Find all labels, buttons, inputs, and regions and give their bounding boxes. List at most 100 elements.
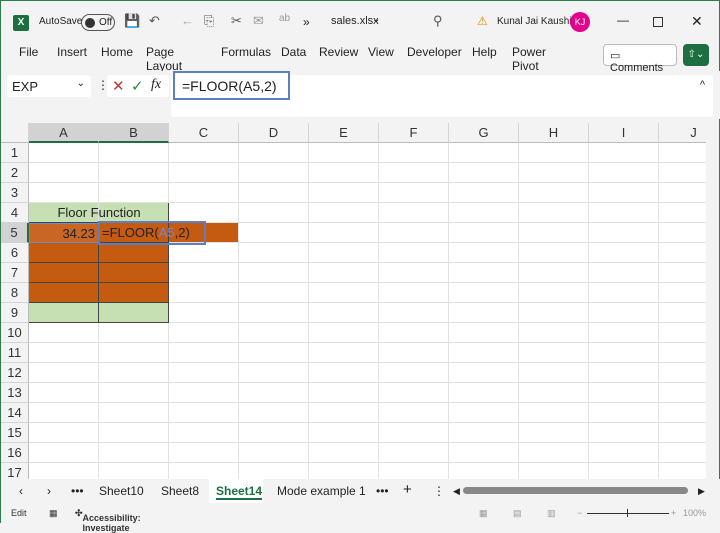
cell-I13[interactable] [589,383,659,403]
cell-H4[interactable] [519,203,589,223]
cell-H16[interactable] [519,443,589,463]
cell-I1[interactable] [589,143,659,163]
autosave-toggle[interactable]: Off [81,14,115,31]
cancel-icon[interactable]: ✕ [112,77,125,95]
cell-I6[interactable] [589,243,659,263]
cell-C13[interactable] [169,383,239,403]
row-header-10[interactable]: 10 [1,323,29,343]
cell-D8[interactable] [239,283,309,303]
cell-I8[interactable] [589,283,659,303]
cell-F5[interactable] [379,223,449,243]
cell-A15[interactable] [29,423,99,443]
cell-I9[interactable] [589,303,659,323]
close-button[interactable]: ✕ [691,13,703,30]
row-header-13[interactable]: 13 [1,383,29,403]
cell-D13[interactable] [239,383,309,403]
cell-B7[interactable] [99,263,169,283]
page-break-view-icon[interactable]: ▥ [547,508,556,519]
comments-button[interactable]: ▭ Comments [603,44,677,74]
cell-F8[interactable] [379,283,449,303]
cell-J6[interactable] [659,243,706,263]
row-header-8[interactable]: 8 [1,283,29,303]
cell-B3[interactable] [99,183,169,203]
cell-B13[interactable] [99,383,169,403]
cell-E7[interactable] [309,263,379,283]
cell-J1[interactable] [659,143,706,163]
cell-C11[interactable] [169,343,239,363]
cell-F14[interactable] [379,403,449,423]
cell-J4[interactable] [659,203,706,223]
cell-E12[interactable] [309,363,379,383]
cell-G6[interactable] [449,243,519,263]
cell-F13[interactable] [379,383,449,403]
name-box[interactable]: EXP ⌄ [7,75,91,97]
cell-D14[interactable] [239,403,309,423]
cell-G9[interactable] [449,303,519,323]
cell-G12[interactable] [449,363,519,383]
normal-view-icon[interactable]: ▦ [479,508,488,519]
column-header-i[interactable]: I [589,123,659,143]
cell-E3[interactable] [309,183,379,203]
column-header-a[interactable]: A [29,123,99,143]
row-header-14[interactable]: 14 [1,403,29,423]
cell-H11[interactable] [519,343,589,363]
cell-I5[interactable] [589,223,659,243]
macro-icon[interactable]: ▦ [49,508,58,519]
tab-review[interactable]: Review [319,45,358,59]
cell-H14[interactable] [519,403,589,423]
cell-A16[interactable] [29,443,99,463]
column-header-f[interactable]: F [379,123,449,143]
cell-J10[interactable] [659,323,706,343]
paste-icon[interactable]: ⎘ [204,13,214,29]
tab-data[interactable]: Data [281,45,306,59]
cell-I3[interactable] [589,183,659,203]
cell-E11[interactable] [309,343,379,363]
cell-J3[interactable] [659,183,706,203]
cell-A1[interactable] [29,143,99,163]
cell-H15[interactable] [519,423,589,443]
cell-H13[interactable] [519,383,589,403]
cell-F11[interactable] [379,343,449,363]
cell-I15[interactable] [589,423,659,443]
cell-J13[interactable] [659,383,706,403]
row-header-11[interactable]: 11 [1,343,29,363]
tab-formulas[interactable]: Formulas [221,45,271,59]
cell-I7[interactable] [589,263,659,283]
cell-G1[interactable] [449,143,519,163]
cell-H5[interactable] [519,223,589,243]
cell-G10[interactable] [449,323,519,343]
cell-G5[interactable] [449,223,519,243]
cell-C10[interactable] [169,323,239,343]
tab-file[interactable]: File [19,45,38,59]
cell-A14[interactable] [29,403,99,423]
cell-J15[interactable] [659,423,706,443]
cell-C15[interactable] [169,423,239,443]
cell-B14[interactable] [99,403,169,423]
cell-J2[interactable] [659,163,706,183]
cell-J16[interactable] [659,443,706,463]
cell-b5-editing[interactable]: =FLOOR(A5,2) [98,221,206,245]
cell-F7[interactable] [379,263,449,283]
row-header-6[interactable]: 6 [1,243,29,263]
cell-E6[interactable] [309,243,379,263]
minimize-button[interactable]: — [617,13,629,27]
cell-D15[interactable] [239,423,309,443]
row-header-16[interactable]: 16 [1,443,29,463]
cell-E9[interactable] [309,303,379,323]
cut-icon[interactable]: ✂ [231,13,242,29]
cell-D12[interactable] [239,363,309,383]
cell-C12[interactable] [169,363,239,383]
mail-icon[interactable]: ✉ [253,13,264,29]
cell-D7[interactable] [239,263,309,283]
cell-G4[interactable] [449,203,519,223]
tab-sheet10[interactable]: Sheet10 [99,484,144,498]
scroll-left-button[interactable]: ◀ [453,486,460,497]
cell-A11[interactable] [29,343,99,363]
row-header-9[interactable]: 9 [1,303,29,323]
cell-J9[interactable] [659,303,706,323]
undo-icon[interactable]: ↶ [149,13,160,29]
cell-C16[interactable] [169,443,239,463]
cell-A13[interactable] [29,383,99,403]
scroll-right-button[interactable]: ▶ [698,486,705,497]
cell-I14[interactable] [589,403,659,423]
